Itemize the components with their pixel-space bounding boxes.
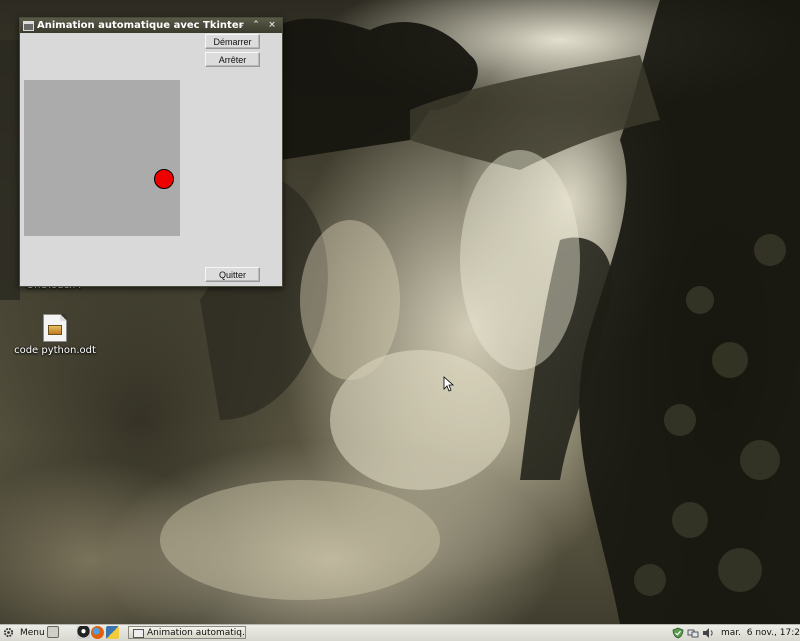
window-app-icon[interactable] <box>23 21 34 31</box>
shield-icon[interactable] <box>672 627 684 639</box>
show-desktop-icon[interactable] <box>47 626 59 638</box>
red-ball <box>154 169 174 189</box>
close-icon[interactable]: × <box>265 18 279 33</box>
menu-label: Menu <box>20 628 45 638</box>
window-title: Animation automatique avec Tkinter <box>37 20 244 31</box>
clock[interactable]: mar. 6 nov., 17:25 <box>721 625 800 641</box>
minimize-icon[interactable]: ⌄ <box>234 18 248 33</box>
window-mini-icon <box>133 629 144 638</box>
desktop-icon-label: code python.odt <box>14 345 96 356</box>
animation-canvas <box>24 80 180 236</box>
tkinter-window[interactable]: Animation automatique avec Tkinter ⌄ ⌃ ×… <box>19 17 283 287</box>
task-label: Animation automatiq... <box>147 628 246 638</box>
firefox-icon[interactable] <box>91 626 104 639</box>
maximize-icon[interactable]: ⌃ <box>249 18 263 33</box>
stop-button[interactable]: Arrêter <box>205 52 260 67</box>
menu-button[interactable]: Menu <box>0 625 46 641</box>
window-titlebar[interactable]: Animation automatique avec Tkinter ⌄ ⌃ × <box>20 18 282 33</box>
python-icon[interactable] <box>106 626 119 639</box>
odt-document-icon <box>43 314 67 342</box>
taskbar-item-animation[interactable]: Animation automatiq... <box>128 626 246 639</box>
quit-button[interactable]: Quitter <box>205 267 260 282</box>
start-button[interactable]: Démarrer <box>205 34 260 49</box>
terminal-icon[interactable] <box>77 626 90 639</box>
network-icon[interactable] <box>687 627 699 639</box>
menu-gear-icon <box>3 627 14 638</box>
taskbar: Menu Animation automatiq... mar. 6 nov.,… <box>0 624 800 641</box>
volume-icon[interactable] <box>702 627 714 639</box>
desktop-icon-code-python[interactable]: code python.odt <box>10 314 100 356</box>
